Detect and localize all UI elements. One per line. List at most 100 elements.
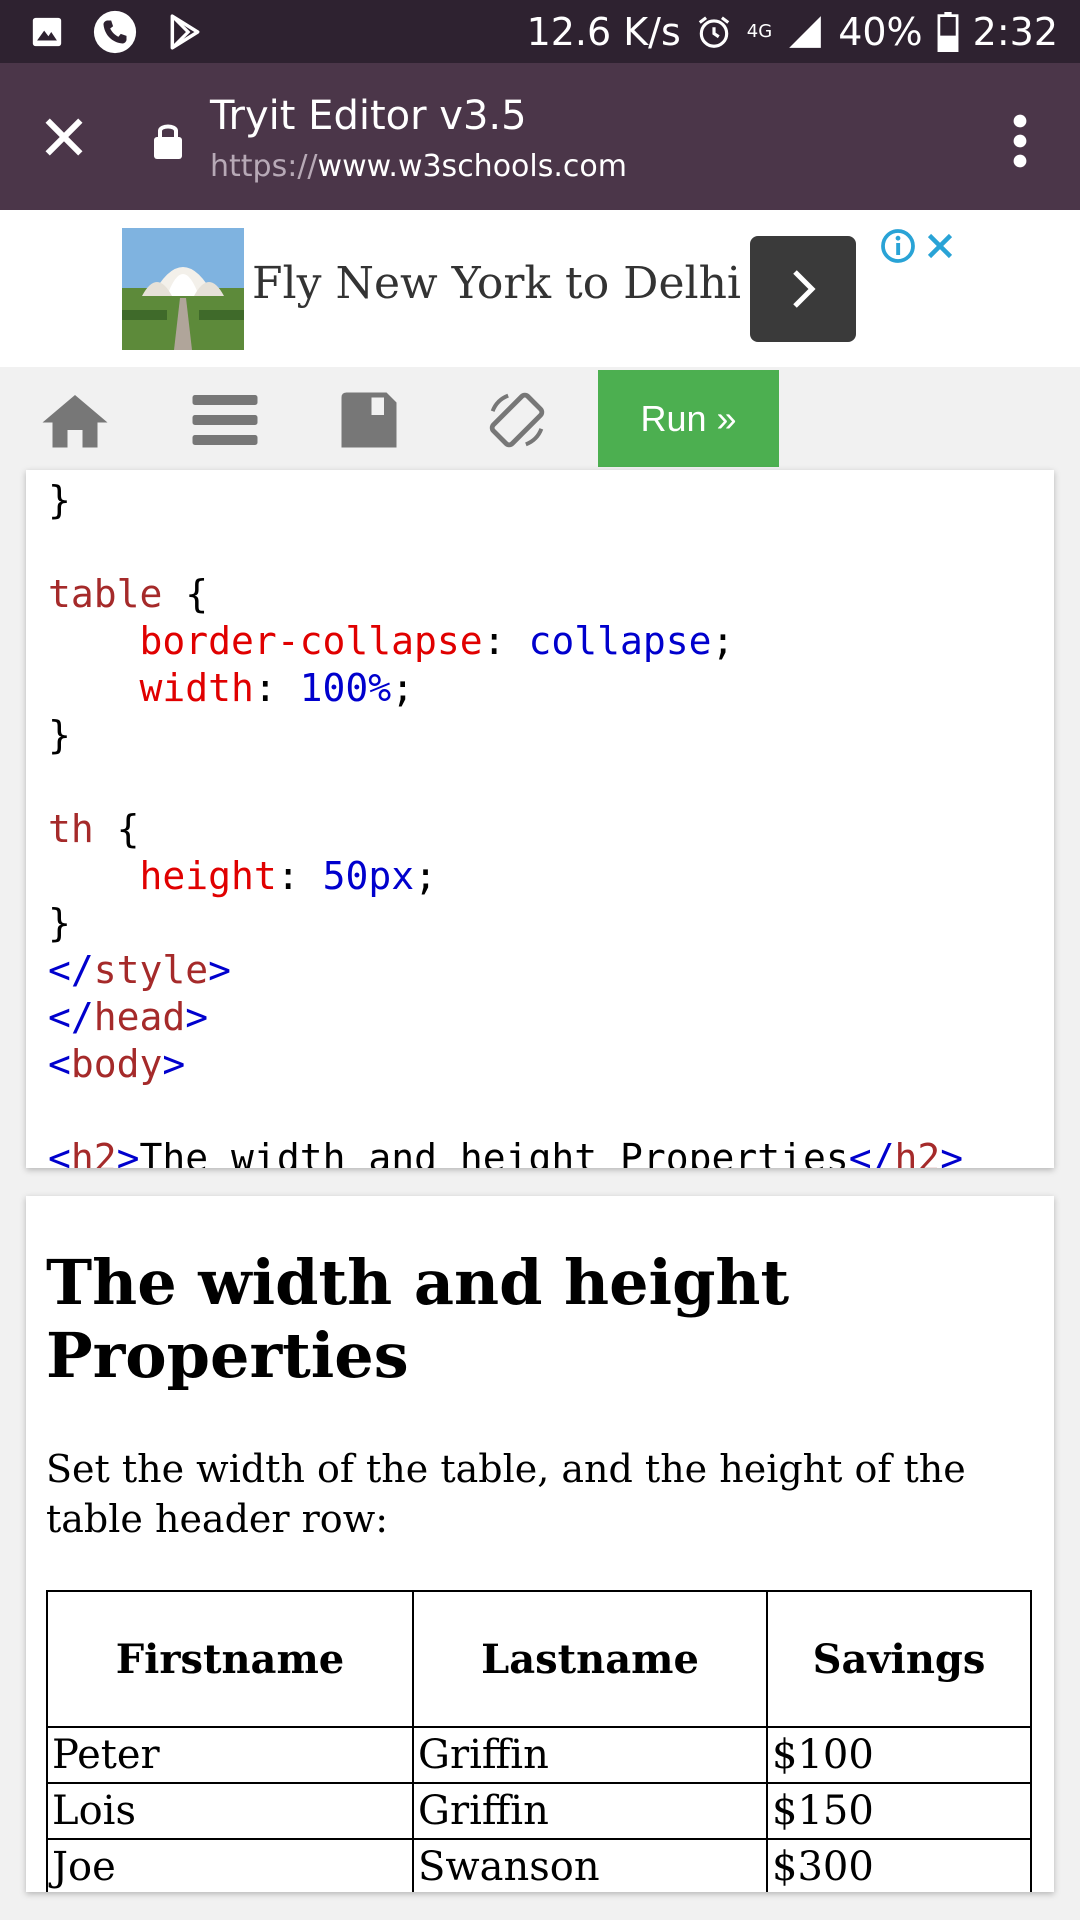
column-header: Firstname <box>46 1590 414 1728</box>
code-token: > <box>940 1136 964 1168</box>
code-line: } <box>48 478 71 522</box>
ad-text[interactable]: Fly New York to Delhi <box>252 258 741 309</box>
code-token: width <box>139 666 254 710</box>
url-host: www.w3schools.com <box>317 149 627 184</box>
table-cell: $300 <box>766 1838 1032 1892</box>
code-editor[interactable]: . } table { border-collapse: collapse; w… <box>26 470 1054 1168</box>
editor-toolbar: Run » <box>0 367 1080 467</box>
table-cell: Lois <box>46 1782 414 1840</box>
column-header: Lastname <box>412 1590 768 1728</box>
table-cell: Griffin <box>412 1782 768 1840</box>
code-token: } <box>48 478 71 522</box>
code-token: body <box>70 1042 163 1086</box>
code-token: th <box>48 807 94 851</box>
code-token: { <box>93 807 140 851</box>
signal-icon <box>789 15 822 48</box>
menu-icon[interactable] <box>190 389 260 451</box>
code-token: < <box>48 1136 71 1168</box>
code-token: < <box>48 1042 71 1086</box>
table-row: Lois Griffin $150 <box>46 1782 1032 1840</box>
code-line: <body> <box>48 1042 185 1086</box>
run-button[interactable]: Run » <box>598 370 779 467</box>
code-token: </ <box>48 948 94 992</box>
code-token: h2 <box>894 1136 941 1168</box>
code-token: style <box>93 948 209 992</box>
code-line: </head> <box>48 995 208 1039</box>
table-cell: $150 <box>766 1782 1032 1840</box>
play-store-icon <box>170 13 200 50</box>
rotate-screen-icon[interactable] <box>482 389 552 451</box>
code-token: h2 <box>70 1136 117 1168</box>
close-icon[interactable] <box>36 109 92 165</box>
code-token: </ <box>48 995 94 1039</box>
code-token: : <box>253 666 300 710</box>
code-line: } <box>48 901 71 945</box>
code-line: } <box>48 713 71 757</box>
code-token: { <box>162 572 209 616</box>
code-token: head <box>93 995 186 1039</box>
ad-banner[interactable]: Fly New York to Delhi <box>0 210 1080 367</box>
browser-toolbar: Tryit Editor v3.5 https://www.w3schools.… <box>0 63 1080 210</box>
code-line: th { <box>48 807 140 851</box>
battery-percent: 40% <box>838 9 923 54</box>
ad-cta-button[interactable] <box>750 236 856 342</box>
ad-close-icon[interactable] <box>922 228 958 264</box>
code-token: } <box>48 713 71 757</box>
code-line: <h2>The width and height Properties</h2> <box>48 1136 963 1168</box>
code-token: : <box>482 619 529 663</box>
code-line: </style> <box>48 948 231 992</box>
code-token: collapse <box>528 619 712 663</box>
code-token: </ <box>848 1136 895 1168</box>
gallery-icon <box>32 17 62 46</box>
url-scheme: https:// <box>210 149 318 184</box>
home-icon[interactable] <box>40 389 110 451</box>
code-line: width: 100%; <box>48 666 415 710</box>
code-token: : <box>276 854 323 898</box>
column-header: Savings <box>766 1590 1032 1728</box>
ad-image-lotus-temple[interactable] <box>122 228 244 350</box>
battery-icon <box>937 11 959 52</box>
code-token: > <box>185 995 209 1039</box>
code-token: The width and height Properties <box>139 1136 849 1168</box>
code-token: > <box>208 948 232 992</box>
code-token: 100% <box>299 666 392 710</box>
table-cell: Griffin <box>412 1726 768 1784</box>
code-token: 50px <box>322 854 415 898</box>
result-preview: The width and height Properties Set the … <box>26 1196 1054 1892</box>
code-line: height: 50px; <box>48 854 437 898</box>
code-line: . <box>48 470 460 475</box>
result-heading: The width and height Properties <box>46 1246 790 1392</box>
code-token: . <box>140 470 460 475</box>
code-token: height <box>139 854 277 898</box>
alarm-icon <box>698 15 729 48</box>
url-bar[interactable]: https://www.w3schools.com <box>210 149 627 184</box>
chevron-right-icon <box>793 270 816 308</box>
table-cell: Peter <box>46 1726 414 1784</box>
table-row: Peter Griffin $100 <box>46 1726 1032 1784</box>
ad-info-icon[interactable] <box>880 228 916 264</box>
table-cell: $100 <box>766 1726 1032 1784</box>
code-token: ; <box>414 854 437 898</box>
code-token: border-collapse <box>139 619 483 663</box>
code-token: table <box>48 572 163 616</box>
status-bar: 12.6 K/s 4G 40% 2:32 <box>0 0 1080 63</box>
code-line: border-collapse: collapse; <box>48 619 735 663</box>
network-speed: 12.6 K/s <box>526 9 681 54</box>
more-options-icon[interactable] <box>1000 111 1040 171</box>
save-icon[interactable] <box>334 389 404 451</box>
code-content[interactable]: . } table { border-collapse: collapse; w… <box>48 470 963 1168</box>
demo-table: Firstname Lastname Savings Peter Griffin… <box>46 1590 1032 1892</box>
page-title: Tryit Editor v3.5 <box>210 93 527 139</box>
table-cell: Swanson <box>412 1838 768 1892</box>
lock-icon <box>154 124 182 159</box>
code-token: > <box>116 1136 140 1168</box>
phone-call-icon <box>93 10 137 53</box>
table-header-row: Firstname Lastname Savings <box>46 1590 1032 1728</box>
code-line: table { <box>48 572 208 616</box>
table-cell: Joe <box>46 1838 414 1892</box>
code-token: ; <box>391 666 415 710</box>
